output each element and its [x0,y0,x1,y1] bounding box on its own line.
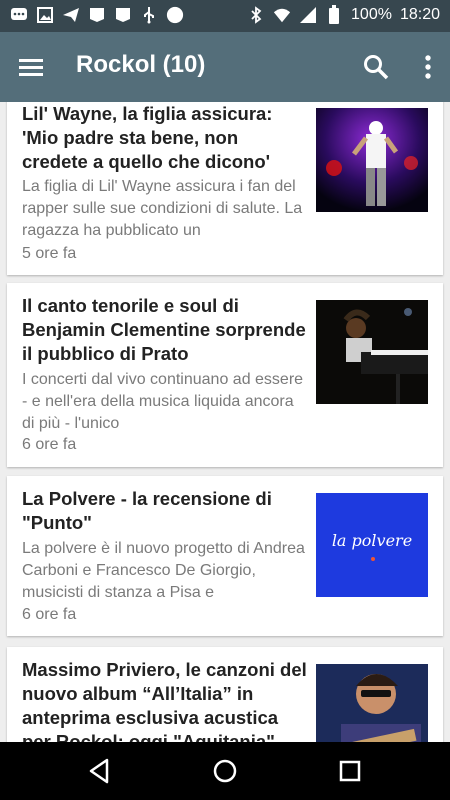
article-card[interactable]: La Polvere - la recensione di "Punto" La… [7,476,443,636]
app-bar: Rockol (10) [0,32,450,102]
clock: 18:20 [399,6,440,23]
back-icon[interactable] [85,756,115,786]
battery-level: 100% [351,6,392,23]
thumbnail-dot [371,557,375,561]
article-time: 6 ore fa [22,436,77,453]
image-icon [36,6,54,24]
article-description: La figlia di Lil' Wayne assicura i fan d… [22,178,303,239]
article-card[interactable]: Lil' Wayne, la figlia assicura: 'Mio pad… [7,102,443,275]
article-title: Lil' Wayne, la figlia assicura: 'Mio pad… [22,103,273,172]
notification-icon-2 [114,6,132,24]
article-description: La polvere è il nuovo progetto di Andrea… [22,540,305,601]
home-icon[interactable] [210,756,240,786]
article-time: 6 ore fa [22,606,77,623]
news-feed[interactable]: Lil' Wayne, la figlia assicura: 'Mio pad… [0,102,450,742]
bluetooth-icon [247,6,265,24]
article-card[interactable]: Il canto tenorile e soul di Benjamin Cle… [7,283,443,467]
article-title: La Polvere - la recensione di "Punto" [22,488,272,533]
article-thumbnail [316,300,428,404]
article-description: I concerti dal vivo continuano ad essere… [22,371,304,432]
circle-icon [166,6,184,24]
search-icon[interactable] [362,53,390,81]
article-title: Massimo Priviero, le canzoni del nuovo a… [22,659,307,742]
notification-icon [88,6,106,24]
send-icon [62,6,80,24]
signal-icon [299,6,317,24]
status-bar: 100% 18:20 [0,0,450,32]
article-thumbnail [316,108,428,212]
chat-icon [10,6,28,24]
more-vert-icon[interactable] [420,52,436,82]
wifi-icon [273,6,291,24]
article-title: Il canto tenorile e soul di Benjamin Cle… [22,295,306,364]
navigation-bar [0,742,450,800]
usb-icon [140,6,158,24]
recents-icon[interactable] [335,756,365,786]
app-title: Rockol (10) [76,51,206,78]
article-card[interactable]: Massimo Priviero, le canzoni del nuovo a… [7,647,443,742]
thumbnail-caption: la polvere [331,531,413,550]
battery-icon [325,5,343,24]
article-thumbnail: la polvere [316,493,428,597]
menu-icon[interactable] [16,52,46,82]
article-thumbnail [316,664,428,742]
article-time: 5 ore fa [22,245,77,262]
